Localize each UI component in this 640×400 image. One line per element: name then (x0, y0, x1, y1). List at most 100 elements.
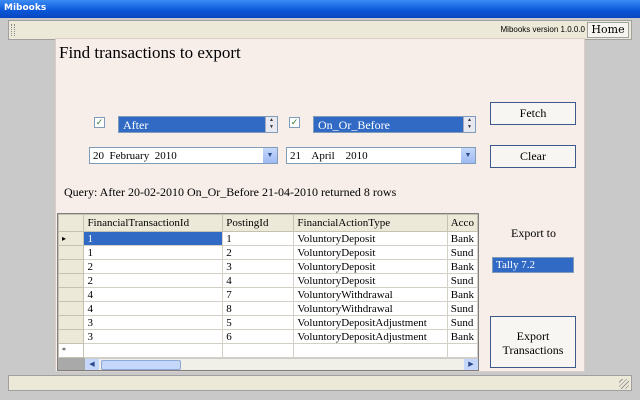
transactions-grid[interactable]: FinancialTransactionId PostingId Financi… (57, 213, 479, 371)
table-row[interactable]: ▸ 1 1 VoluntoryDeposit Bank (58, 231, 478, 246)
table-cell[interactable]: 7 (222, 287, 295, 302)
table-cell[interactable]: Bank (446, 231, 478, 246)
table-cell[interactable]: 4 (222, 273, 295, 288)
export-target-select[interactable]: Tally 7.2 (492, 257, 574, 273)
check-icon: ✓ (95, 117, 104, 127)
table-cell[interactable]: 4 (83, 287, 224, 302)
new-row-marker-icon[interactable]: * (58, 343, 85, 358)
table-cell[interactable]: VoluntoryDepositAdjustment (293, 315, 448, 330)
grid-corner (58, 214, 85, 232)
table-cell[interactable] (83, 343, 224, 358)
top-toolbar: Mibooks version 1.0.0.0 Home (8, 20, 632, 40)
after-operator-select[interactable]: After ▲ ▼ (118, 116, 278, 133)
on-or-before-checkbox[interactable]: ✓ (289, 117, 300, 128)
home-button[interactable]: Home (587, 22, 629, 38)
on-or-before-operator-select[interactable]: On_Or_Before ▲ ▼ (313, 116, 476, 133)
row-header[interactable] (58, 301, 85, 316)
table-cell[interactable]: VoluntoryWithdrawal (293, 301, 448, 316)
table-cell[interactable]: 3 (83, 329, 224, 344)
row-header[interactable] (58, 287, 85, 302)
table-cell[interactable]: Sund (446, 315, 478, 330)
table-cell[interactable]: VoluntoryDepositAdjustment (293, 329, 448, 344)
export-button-line1: Export (516, 329, 550, 343)
after-checkbox[interactable]: ✓ (94, 117, 105, 128)
page-title: Find transactions to export (59, 43, 241, 62)
table-row[interactable]: 3 6 VoluntoryDepositAdjustment Bank (58, 329, 478, 344)
query-summary: Query: After 20-02-2010 On_Or_Before 21-… (64, 185, 397, 199)
spin-down-icon[interactable]: ▼ (464, 124, 475, 131)
spin-up-icon[interactable]: ▲ (464, 117, 475, 124)
table-cell[interactable]: 4 (83, 301, 224, 316)
table-cell[interactable]: 3 (83, 315, 224, 330)
table-row[interactable]: 4 8 VoluntoryWithdrawal Sund (58, 301, 478, 316)
table-cell[interactable]: 2 (83, 259, 224, 274)
table-cell[interactable]: Bank (446, 287, 478, 302)
after-date-month: February (109, 150, 150, 162)
table-cell[interactable]: Sund (446, 245, 478, 260)
table-cell[interactable]: Bank (446, 259, 478, 274)
table-row[interactable]: 3 5 VoluntoryDepositAdjustment Sund (58, 315, 478, 330)
table-cell[interactable]: 2 (222, 245, 295, 260)
table-cell[interactable] (222, 343, 295, 358)
after-date-picker[interactable]: 20 February 2010 ▼ (89, 147, 278, 164)
column-header[interactable]: FinancialActionType (293, 214, 448, 232)
table-cell[interactable]: 1 (83, 245, 224, 260)
table-cell[interactable]: VoluntoryDeposit (293, 273, 448, 288)
on-or-before-date-day: 21 (290, 150, 301, 162)
spin-down-icon[interactable]: ▼ (266, 124, 277, 131)
new-row[interactable]: * (58, 343, 478, 358)
table-cell[interactable]: VoluntoryWithdrawal (293, 287, 448, 302)
horizontal-scrollbar[interactable]: ◀ ▶ (85, 358, 478, 370)
row-header[interactable] (58, 259, 85, 274)
status-bar (8, 375, 632, 391)
on-or-before-date-picker[interactable]: 21 April 2010 ▼ (286, 147, 476, 164)
table-row[interactable]: 4 7 VoluntoryWithdrawal Bank (58, 287, 478, 302)
export-panel: Find transactions to export ✓ After ▲ ▼ … (55, 38, 585, 372)
spin-up-icon[interactable]: ▲ (266, 117, 277, 124)
table-cell[interactable]: 5 (222, 315, 295, 330)
row-header[interactable] (58, 245, 85, 260)
dropdown-icon[interactable]: ▼ (263, 148, 277, 163)
table-cell[interactable]: VoluntoryDeposit (293, 245, 448, 260)
column-header[interactable]: PostingId (222, 214, 295, 232)
scroll-right-icon[interactable]: ▶ (464, 359, 478, 370)
toolbar-grip-icon[interactable] (11, 24, 15, 36)
on-or-before-spinner[interactable]: ▲ ▼ (463, 117, 475, 132)
on-or-before-operator-value: On_Or_Before (318, 118, 390, 132)
table-cell[interactable]: Bank (446, 329, 478, 344)
table-cell[interactable]: 8 (222, 301, 295, 316)
table-row[interactable]: 2 3 VoluntoryDeposit Bank (58, 259, 478, 274)
table-cell[interactable]: VoluntoryDeposit (293, 231, 448, 246)
window-title-bar: Mibooks (0, 0, 640, 18)
row-header[interactable] (58, 315, 85, 330)
table-cell[interactable] (446, 343, 478, 358)
fetch-button[interactable]: Fetch (490, 102, 576, 125)
current-row-marker-icon[interactable]: ▸ (58, 231, 85, 246)
after-spinner[interactable]: ▲ ▼ (265, 117, 277, 132)
table-cell[interactable]: Sund (446, 301, 478, 316)
scrollbar-thumb[interactable] (101, 360, 181, 370)
table-row[interactable]: 2 4 VoluntoryDeposit Sund (58, 273, 478, 288)
main-window: Mibooks version 1.0.0.0 Home Find transa… (0, 18, 640, 400)
table-cell[interactable]: VoluntoryDeposit (293, 259, 448, 274)
table-cell[interactable]: 1 (222, 231, 295, 246)
dropdown-icon[interactable]: ▼ (461, 148, 475, 163)
row-header[interactable] (58, 273, 85, 288)
column-header[interactable]: Acco (446, 214, 478, 232)
table-cell[interactable]: 1 (83, 231, 224, 246)
after-operator-value: After (123, 118, 149, 132)
resize-grip-icon[interactable] (619, 379, 629, 389)
table-cell[interactable]: 2 (83, 273, 224, 288)
table-cell[interactable] (293, 343, 448, 358)
table-cell[interactable]: 3 (222, 259, 295, 274)
on-or-before-date-year: 2010 (345, 150, 368, 162)
export-transactions-button[interactable]: Export Transactions (490, 316, 576, 368)
scroll-left-icon[interactable]: ◀ (85, 359, 99, 370)
clear-button[interactable]: Clear (490, 145, 576, 168)
column-header[interactable]: FinancialTransactionId (83, 214, 224, 232)
table-cell[interactable]: 6 (222, 329, 295, 344)
table-cell[interactable]: Sund (446, 273, 478, 288)
row-header[interactable] (58, 329, 85, 344)
check-icon: ✓ (290, 117, 299, 127)
table-row[interactable]: 1 2 VoluntoryDeposit Sund (58, 245, 478, 260)
